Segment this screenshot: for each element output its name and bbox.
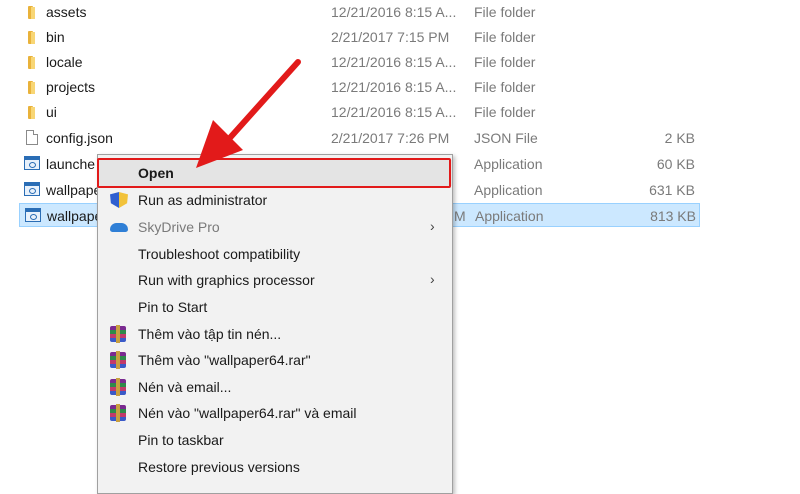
red-arrow-annotation <box>196 59 301 168</box>
arrow-shaft <box>225 59 301 143</box>
